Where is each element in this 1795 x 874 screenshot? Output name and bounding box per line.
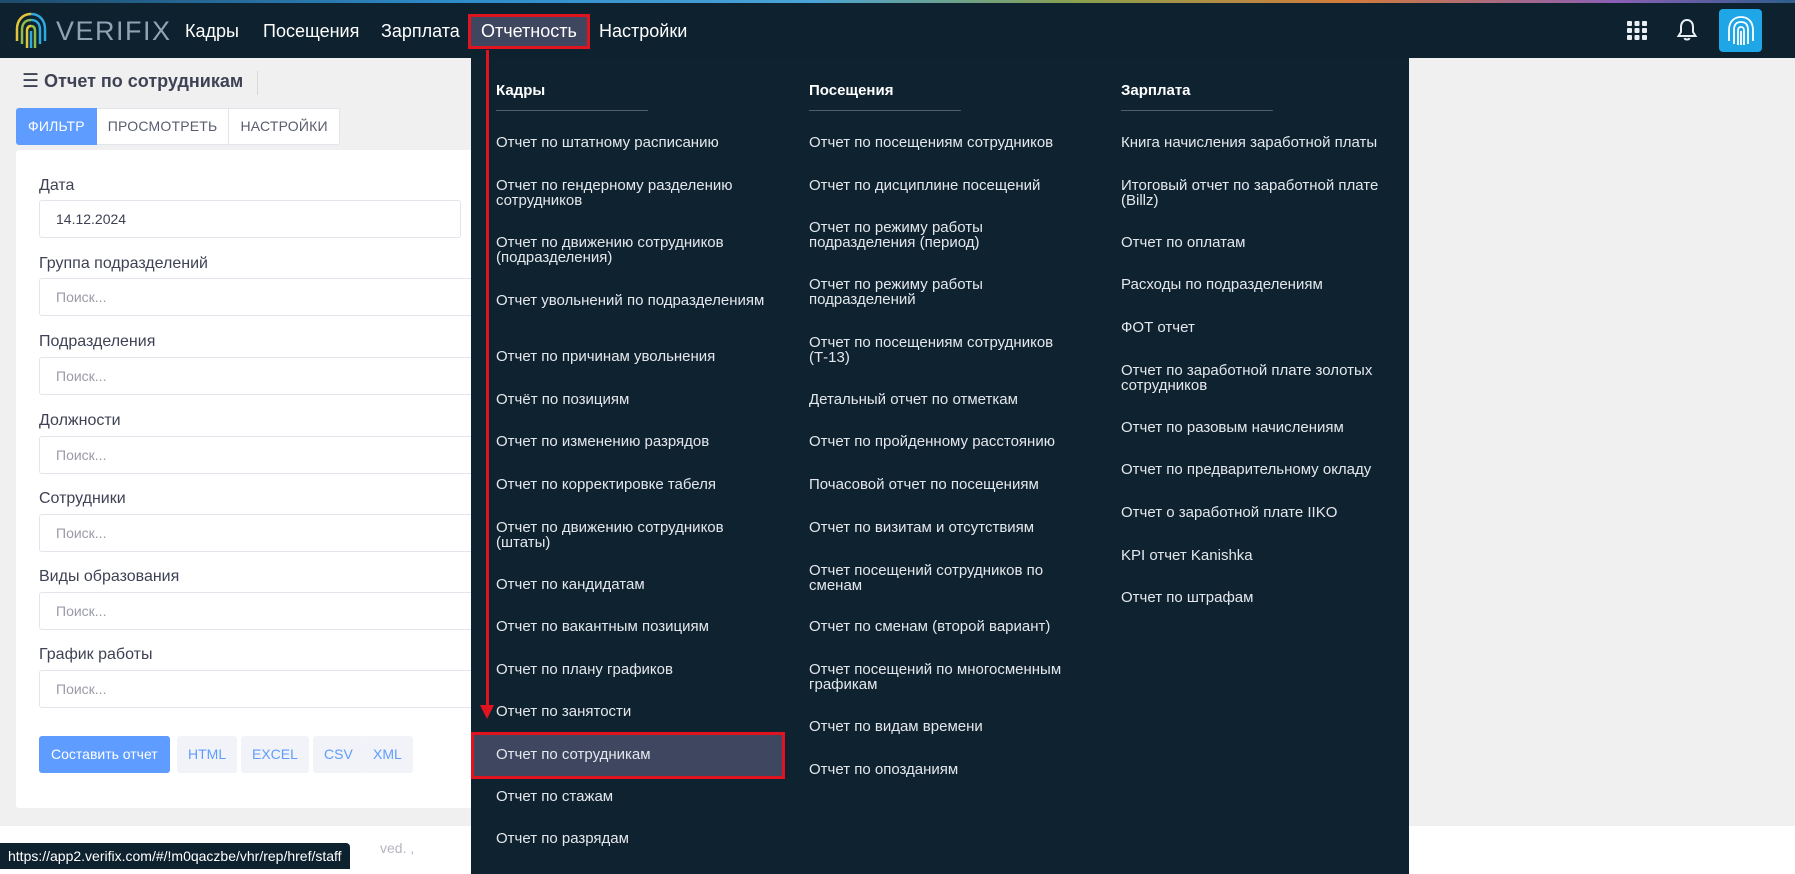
menu-item[interactable]: Книга начисления заработной платы <box>1121 135 1396 150</box>
title-divider <box>257 71 258 95</box>
page-tabs: ФИЛЬТР ПРОСМОТРЕТЬ НАСТРОЙКИ <box>16 108 340 145</box>
menu-item[interactable]: Отчет посещений сотрудников по сменам <box>809 563 1079 593</box>
menu-item[interactable]: Отчет по оплатам <box>1121 235 1396 250</box>
fingerprint-logo-icon <box>15 12 47 48</box>
menu-item[interactable]: Детальный отчет по отметкам <box>809 392 1079 407</box>
page-title: ☰ Отчет по сотрудникам <box>22 70 243 93</box>
nav-item-settings[interactable]: Настройки <box>589 14 697 49</box>
tab-settings[interactable]: НАСТРОЙКИ <box>229 108 340 145</box>
department-group-label: Группа подразделений <box>39 255 208 272</box>
brand-name: VERIFIX <box>56 15 172 46</box>
menu-column-divider <box>496 110 648 111</box>
menu-item-selected[interactable]: Отчет по сотрудникам <box>496 747 766 762</box>
work-schedule-input[interactable]: Поиск... <box>39 670 479 708</box>
menu-column-title-attendance: Посещения <box>809 82 894 99</box>
menu-item[interactable]: Отчет по гендерному разделению сотрудник… <box>496 178 766 208</box>
footer-text: ved. , <box>380 840 415 856</box>
top-navbar: VERIFIX Кадры Посещения Зарплата Отчетно… <box>0 3 1795 58</box>
menu-item[interactable]: Отчет увольнений по подразделениям <box>496 293 766 308</box>
fingerprint-avatar-icon <box>1727 15 1754 45</box>
menu-item[interactable]: Отчет по дисциплине посещений <box>809 178 1079 193</box>
education-types-label: Виды образования <box>39 568 180 585</box>
employees-input[interactable]: Поиск... <box>39 514 479 552</box>
excel-button[interactable]: EXCEL <box>241 736 309 773</box>
menu-item[interactable]: Отчет по занятости <box>496 704 766 719</box>
menu-item[interactable]: Отчет о заработной плате IIKO <box>1121 505 1396 520</box>
csv-button[interactable]: CSV <box>313 736 364 773</box>
menu-item[interactable]: KPI отчет Kanishka <box>1121 548 1396 563</box>
departments-input[interactable]: Поиск... <box>39 357 479 395</box>
menu-item[interactable]: Расходы по подразделениям <box>1121 277 1396 292</box>
departments-label: Подразделения <box>39 333 156 350</box>
menu-column-title-kadry: Кадры <box>496 82 546 99</box>
menu-item[interactable]: Отчет по режиму работы подразделений <box>809 277 1079 307</box>
menu-item[interactable]: Отчет по стажам <box>496 789 766 804</box>
menu-item[interactable]: Отчет по движению сотрудников (подраздел… <box>496 235 766 265</box>
menu-item[interactable]: Отчет по опозданиям <box>809 762 1079 777</box>
tab-filter[interactable]: ФИЛЬТР <box>16 108 97 145</box>
menu-item[interactable]: Отчет по видам времени <box>809 719 1079 734</box>
menu-item[interactable]: Отчет по плану графиков <box>496 662 766 677</box>
menu-item[interactable]: Отчет по причинам увольнения <box>496 349 766 364</box>
menu-item[interactable]: Отчет по вакантным позициям <box>496 619 766 634</box>
menu-item[interactable]: Отчет по разрядам <box>496 831 766 846</box>
user-avatar[interactable] <box>1719 9 1762 52</box>
annotation-arrow-head-icon <box>480 705 494 719</box>
xml-button[interactable]: XML <box>362 736 413 773</box>
nav-item-salary[interactable]: Зарплата <box>371 14 470 49</box>
work-schedule-label: График работы <box>39 646 153 663</box>
nav-item-kadry[interactable]: Кадры <box>175 14 249 49</box>
menu-column-title-salary: Зарплата <box>1121 82 1191 99</box>
date-input[interactable]: 14.12.2024 <box>39 200 461 238</box>
menu-item[interactable]: ФОТ отчет <box>1121 320 1396 335</box>
date-label: Дата <box>39 177 75 194</box>
menu-item[interactable]: Отчет по разовым начислениям <box>1121 420 1396 435</box>
menu-column-divider <box>809 110 961 111</box>
menu-item[interactable]: Отчет по движению сотрудников (штаты) <box>496 520 766 550</box>
positions-label: Должности <box>39 412 121 429</box>
menu-item[interactable]: Отчет посещений по многосменным графикам <box>809 662 1079 692</box>
menu-item[interactable]: Отчет по режиму работы подразделения (пе… <box>809 220 1079 250</box>
filter-card <box>16 150 476 808</box>
menu-item[interactable]: Отчет по пройденному расстоянию <box>809 434 1079 449</box>
menu-item[interactable]: Отчёт по позициям <box>496 392 766 407</box>
apps-grid-icon[interactable] <box>1624 17 1650 43</box>
menu-item[interactable]: Отчет по штатному расписанию <box>496 135 766 150</box>
menu-item[interactable]: Отчет по предварительному окладу <box>1121 462 1396 477</box>
menu-item[interactable]: Почасовой отчет по посещениям <box>809 477 1079 492</box>
menu-item[interactable]: Отчет по корректировке табеля <box>496 477 766 492</box>
menu-item[interactable]: Отчет по заработной плате золотых сотруд… <box>1121 363 1396 393</box>
menu-item[interactable]: Отчет по сменам (второй вариант) <box>809 619 1079 634</box>
education-types-input[interactable]: Поиск... <box>39 592 479 630</box>
page-title-text: Отчет по сотрудникам <box>44 71 244 91</box>
positions-input[interactable]: Поиск... <box>39 436 479 474</box>
menu-item[interactable]: Отчет по визитам и отсутствиям <box>809 520 1079 535</box>
nav-item-reports[interactable]: Отчетность <box>468 14 590 49</box>
tab-view[interactable]: ПРОСМОТРЕТЬ <box>96 108 230 145</box>
menu-item[interactable]: Отчет по посещениям сотрудников (Т-13) <box>809 335 1079 365</box>
menu-item[interactable]: Отчет по штрафам <box>1121 590 1396 605</box>
menu-item[interactable]: Отчет по посещениям сотрудников <box>809 135 1079 150</box>
logo[interactable]: VERIFIX <box>14 11 172 51</box>
menu-item[interactable]: Итоговый отчет по заработной плате (Bill… <box>1121 178 1396 208</box>
employees-label: Сотрудники <box>39 490 126 507</box>
nav-item-attendance[interactable]: Посещения <box>253 14 369 49</box>
html-button[interactable]: HTML <box>177 736 238 773</box>
menu-item[interactable]: Отчет по кандидатам <box>496 577 766 592</box>
department-group-input[interactable]: Поиск... <box>39 278 479 316</box>
menu-column-divider <box>1121 110 1273 111</box>
annotation-arrow-line <box>486 50 489 705</box>
menu-item[interactable]: Отчет по изменению разрядов <box>496 434 766 449</box>
bell-icon[interactable] <box>1674 17 1700 43</box>
hamburger-icon[interactable]: ☰ <box>22 70 39 93</box>
build-report-button[interactable]: Составить отчет <box>39 736 170 773</box>
status-bar-url: https://app2.verifix.com/#/!m0qaczbe/vhr… <box>0 843 350 869</box>
